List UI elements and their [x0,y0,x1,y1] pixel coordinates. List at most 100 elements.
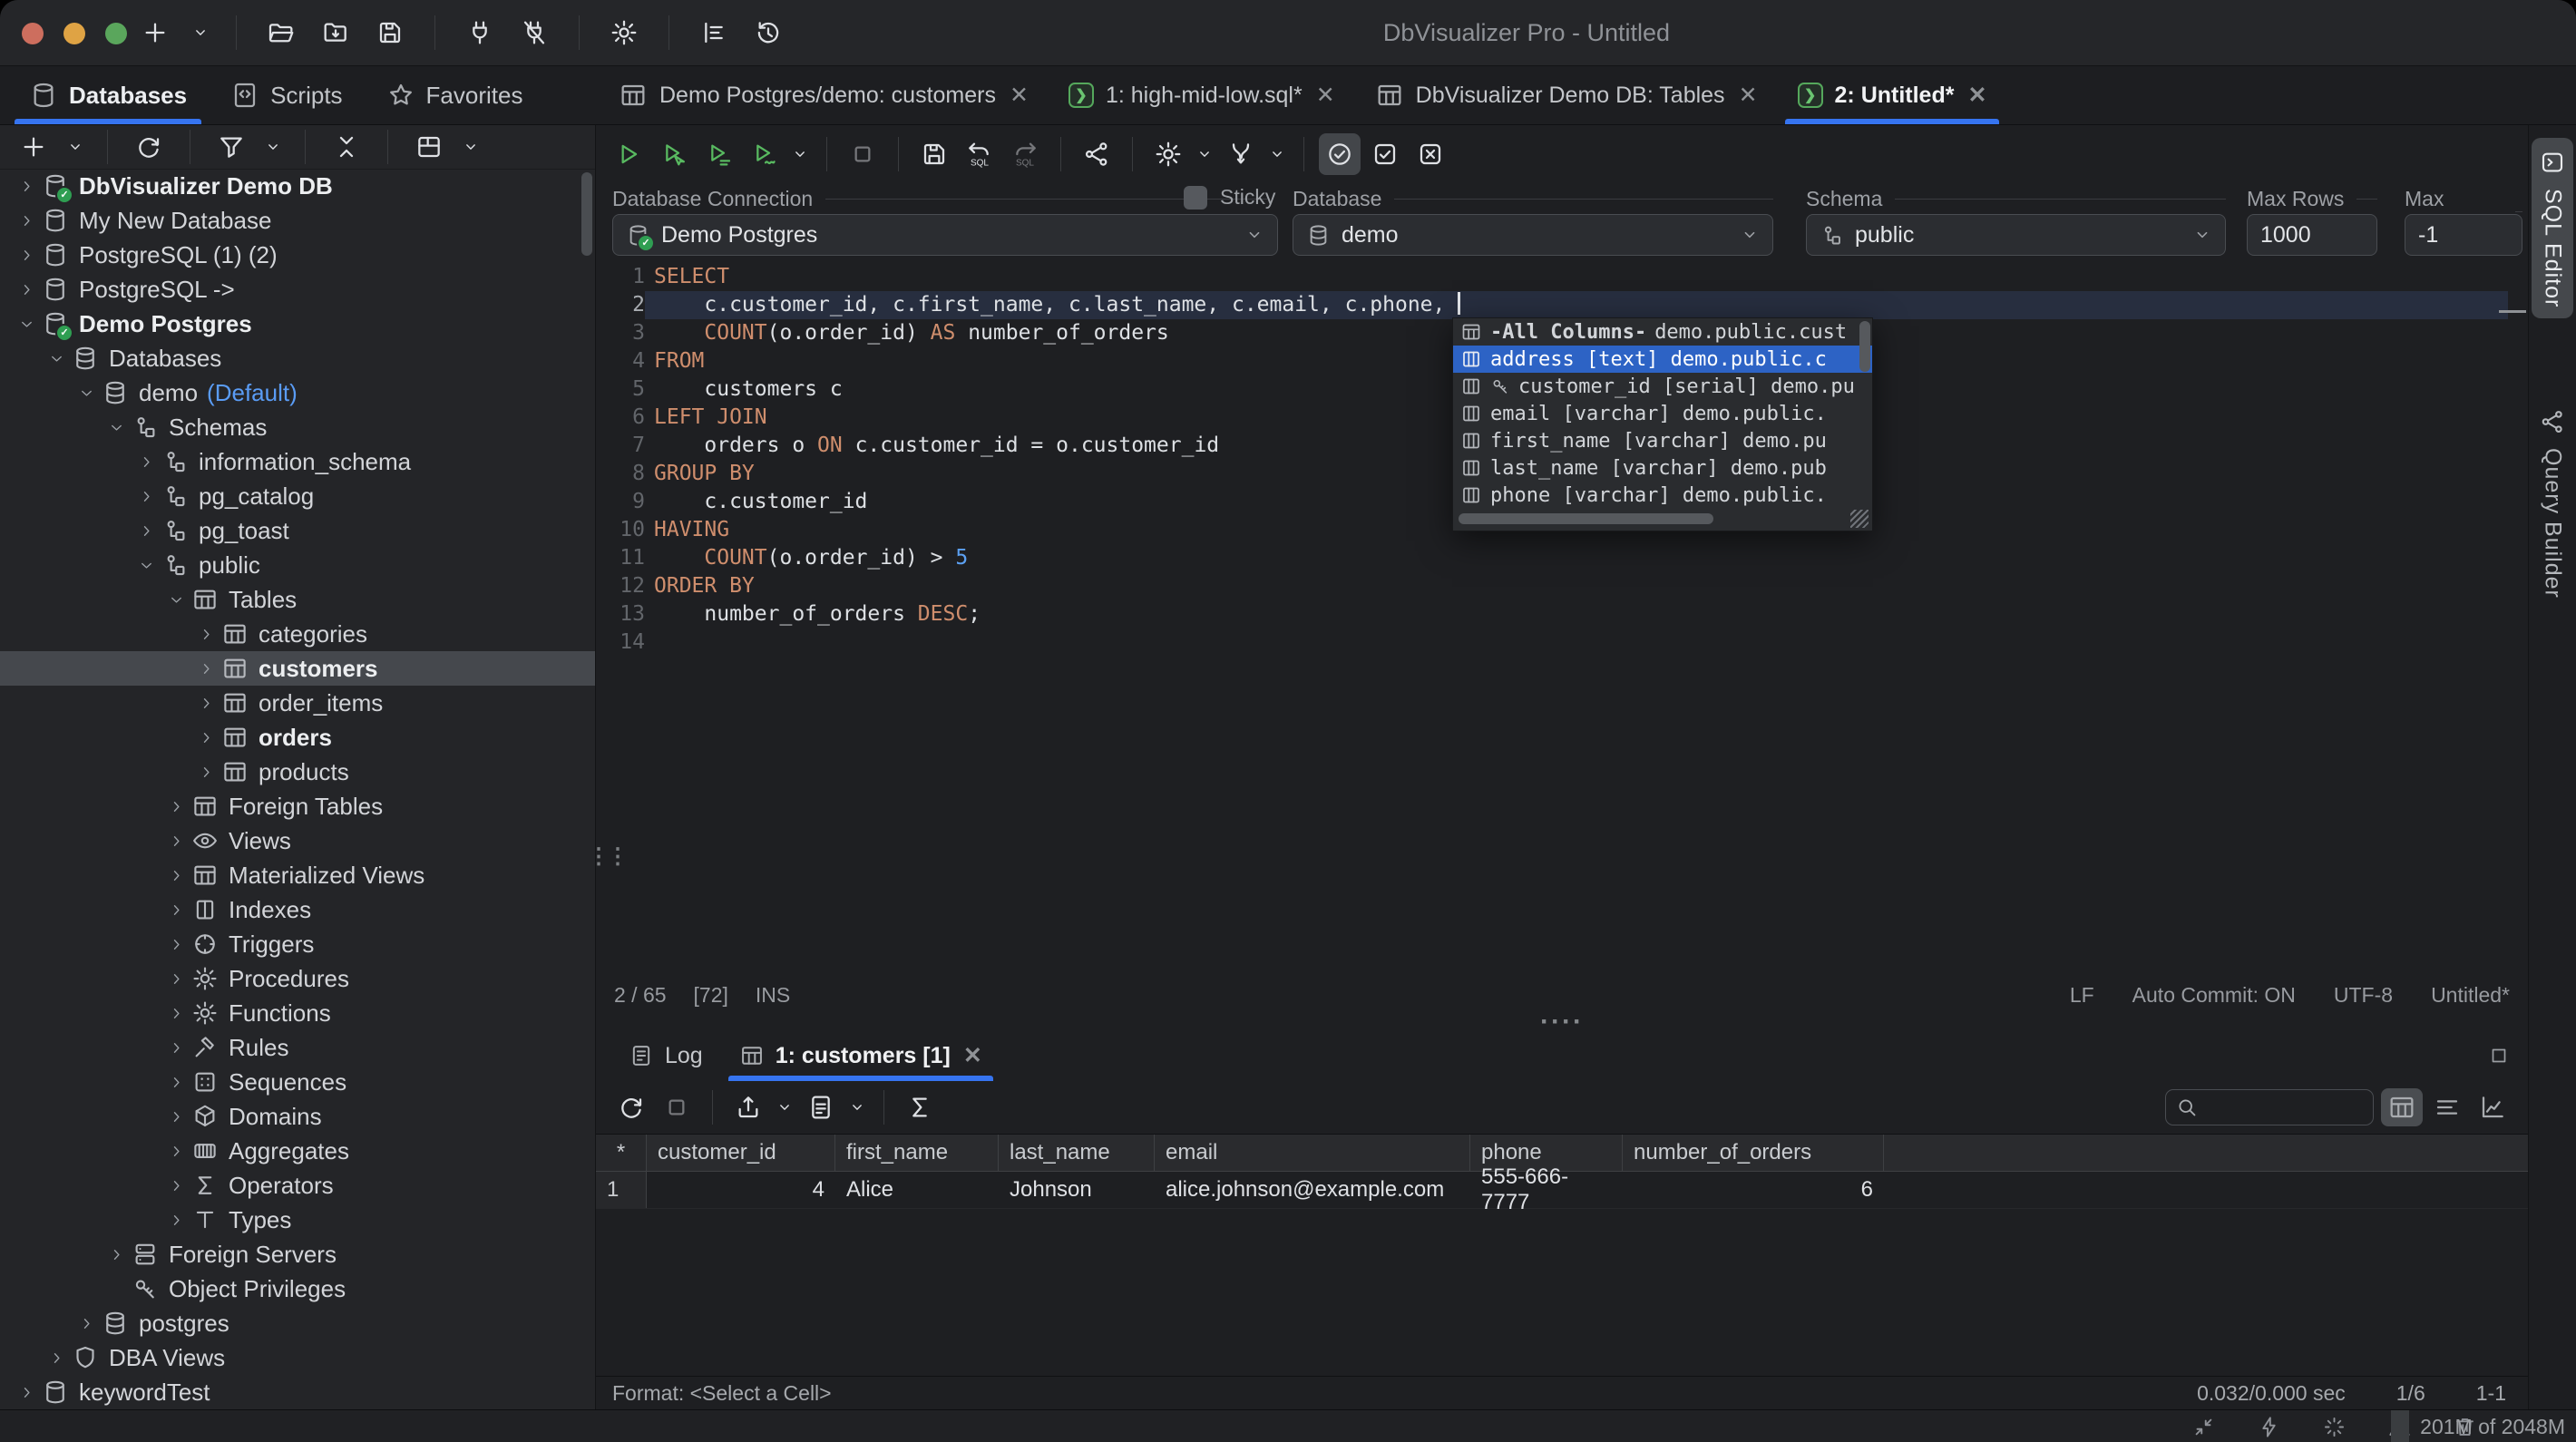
tree-item-databases[interactable]: Databases [0,341,595,375]
tree-item-schemas[interactable]: Schemas [0,410,595,444]
result-search-input[interactable] [2165,1089,2374,1125]
sticky-checkbox[interactable] [1184,186,1207,209]
code-line-14[interactable] [645,628,2508,657]
expander-chevron-icon[interactable] [13,178,40,195]
grid-header-customer-id[interactable]: customer_id [647,1135,835,1171]
expander-chevron-icon[interactable] [162,833,190,850]
grid-cell-phone[interactable]: 555-666-7777 [1470,1172,1623,1208]
tree-item-demo-postgres[interactable]: ✓Demo Postgres [0,307,595,341]
titlebar-history-icon[interactable] [747,12,789,54]
autocomplete-item-email-varchar-demo-public[interactable]: email [varchar] demo.public. [1453,400,1872,427]
max-chars-input[interactable]: -1 [2405,214,2522,256]
expander-chevron-icon[interactable] [43,350,70,367]
grid-cell-customer-id[interactable]: 4 [647,1172,835,1208]
tree-item-views[interactable]: Views [0,823,595,858]
statusbar-shrink-icon[interactable] [2182,1407,2224,1442]
tree-item-procedures[interactable]: Procedures [0,961,595,996]
expander-chevron-icon[interactable] [13,212,40,229]
result-tab-1-customers-1[interactable]: 1: customers [1]✕ [721,1030,1000,1081]
doc-tab-demo-postgres-demo-customers[interactable]: Demo Postgres/demo: customers✕ [599,66,1049,124]
titlebar-folder-import-icon[interactable] [315,12,356,54]
titlebar-gear-icon[interactable] [603,12,645,54]
text-view-button[interactable] [2426,1088,2468,1126]
autocomplete-item-last-name-varchar-demo-pub[interactable]: last_name [varchar] demo.pub [1453,454,1872,482]
resize-grip-icon[interactable] [1850,510,1869,528]
code-line-12[interactable]: ORDER BY [645,572,2508,600]
row-number[interactable]: 1 [596,1172,647,1208]
sqlbar-play-explain-icon[interactable] [743,133,785,175]
tree-item-domains[interactable]: Domains [0,1099,595,1134]
sqlbar-chevron-down-icon[interactable] [1265,133,1289,175]
tree-item-postgresql[interactable]: PostgreSQL -> [0,272,595,307]
tree-item-pg-catalog[interactable]: pg_catalog [0,479,595,513]
grid-view-button[interactable] [2381,1088,2423,1126]
zoom-window-button[interactable] [105,23,127,44]
sidebar-refresh-icon[interactable] [128,126,170,168]
sidebar-table-layout-icon[interactable] [408,126,450,168]
minimize-window-button[interactable] [63,23,85,44]
sidebar-filter-icon[interactable] [210,126,252,168]
expander-chevron-icon[interactable] [162,1143,190,1160]
expander-chevron-icon[interactable] [102,419,130,436]
tree-item-products[interactable]: products [0,755,595,789]
expander-chevron-icon[interactable] [162,936,190,953]
sqlbar-gear-icon[interactable] [1147,133,1189,175]
expander-chevron-icon[interactable] [13,316,40,333]
autocomplete-vscroll-thumb[interactable] [1859,321,1870,372]
tree-item-categories[interactable]: categories [0,617,595,651]
statusbar-spinner-icon[interactable] [2313,1407,2355,1442]
doc-tab-2-untitled[interactable]: ❯2: Untitled*✕ [1778,66,2007,124]
sqlbar-chevron-down-icon[interactable] [788,133,812,175]
close-tab-icon[interactable]: ✕ [1316,82,1335,109]
expander-chevron-icon[interactable] [162,867,190,884]
tree-item-sequences[interactable]: Sequences [0,1065,595,1099]
close-tab-icon[interactable]: ✕ [1967,82,1986,109]
result-chevron-down-icon[interactable] [773,1086,796,1128]
tree-item-public[interactable]: public [0,548,595,582]
expander-chevron-icon[interactable] [162,1039,190,1057]
sqlbar-undo-sql-icon[interactable]: SQL [959,133,1000,175]
result-export-icon[interactable] [727,1086,769,1128]
nav-tab-favorites[interactable]: Favorites [365,66,545,124]
expander-chevron-icon[interactable] [162,798,190,815]
database-select[interactable]: demo [1293,214,1773,256]
autocomplete-item-customer-id-serial-demo-pu[interactable]: customer_id [serial] demo.pu [1453,373,1872,400]
nav-tab-scripts[interactable]: Scripts [209,66,364,124]
expander-chevron-icon[interactable] [162,970,190,988]
tree-item-materialized-views[interactable]: Materialized Views [0,858,595,892]
sqlbar-play-icon[interactable] [607,133,649,175]
expander-chevron-icon[interactable] [132,488,160,505]
expander-chevron-icon[interactable] [192,764,220,781]
grid-header-last-name[interactable]: last_name [999,1135,1155,1171]
sqlbar-merge-icon[interactable] [1220,133,1262,175]
tree-item-customers[interactable]: customers [0,651,595,686]
tree-item-triggers[interactable]: Triggers [0,927,595,961]
titlebar-plus-icon[interactable] [134,12,176,54]
expander-chevron-icon[interactable] [162,1108,190,1125]
expander-chevron-icon[interactable] [13,247,40,264]
close-window-button[interactable] [22,23,44,44]
close-tab-icon[interactable]: ✕ [1010,82,1029,109]
titlebar-folder-open-icon[interactable] [260,12,302,54]
tree-item-foreign-tables[interactable]: Foreign Tables [0,789,595,823]
expander-chevron-icon[interactable] [162,1005,190,1022]
sidebar-collapse-all-icon[interactable] [326,126,367,168]
sqlbar-redo-sql-icon[interactable]: SQL [1004,133,1046,175]
grid-header-number-of-orders[interactable]: number_of_orders [1623,1135,1884,1171]
tree-item-pg-toast[interactable]: pg_toast [0,513,595,548]
hscroll-thumb[interactable] [1459,513,1713,524]
tree-item-dba-views[interactable]: DBA Views [0,1340,595,1375]
grid-cell-first-name[interactable]: Alice [835,1172,999,1208]
tree-item-order-items[interactable]: order_items [0,686,595,720]
expander-chevron-icon[interactable] [192,660,220,677]
expander-chevron-icon[interactable] [73,1315,100,1332]
tree-item-operators[interactable]: Operators [0,1168,595,1203]
titlebar-chevron-down-icon[interactable] [189,12,212,54]
expander-chevron-icon[interactable] [192,626,220,643]
code-line-2[interactable]: c.customer_id, c.first_name, c.last_name… [645,291,2508,319]
expander-chevron-icon[interactable] [13,1384,40,1401]
sqlbar-check-circle-icon[interactable] [1319,133,1361,175]
expander-chevron-icon[interactable] [192,729,220,746]
close-tab-icon[interactable]: ✕ [963,1042,982,1069]
titlebar-plug-off-icon[interactable] [513,12,555,54]
